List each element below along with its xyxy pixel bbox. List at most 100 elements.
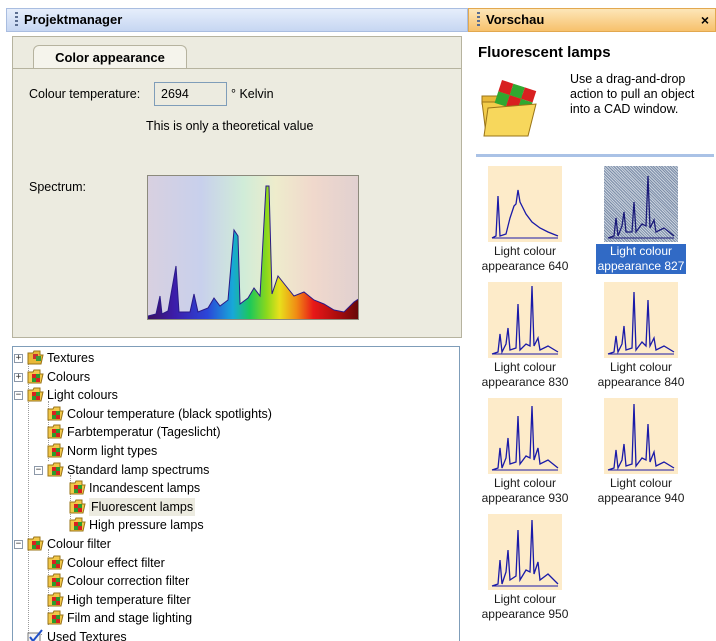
tree-item-label: Light colours [47,388,118,403]
tile-caption: Light colour appearance 827 [595,244,687,274]
tree-item-colour-temperature-black-spotlights[interactable]: Colour temperature (black spotlights) [13,405,459,423]
collapse-icon[interactable]: − [14,540,23,549]
tree-item-norm-light-types[interactable]: Norm light types [13,442,459,460]
tile-caption-line1: Light colour [609,360,673,374]
tree-item-standard-lamp-spectrums[interactable]: − Standard lamp spectrums [13,461,459,479]
spectrum-thumbnail [488,166,562,242]
tree-item-film-and-stage-lighting[interactable]: Film and stage lighting [13,609,459,627]
folder-icon [69,517,86,532]
tree-item-label: Textures [47,351,95,365]
tree-item-fluorescent-lamps[interactable]: Fluorescent lamps [13,497,459,516]
collapse-icon[interactable]: − [34,465,43,475]
tree-item-textures[interactable]: + Textures [13,349,459,367]
folder-icon [47,424,64,439]
tab-divider [13,68,461,69]
preview-tile[interactable]: Light colour appearance 950 [470,514,580,622]
preview-tile[interactable]: Light colour appearance 840 [586,282,696,390]
folder-icon [47,610,64,625]
tile-caption-line2: appearance 830 [481,375,569,389]
spectrum-thumbnail [488,398,562,474]
tree-item-colour-effect-filter[interactable]: Colour effect filter [13,554,459,572]
folder-icon [27,369,44,384]
folder-icon [69,480,86,495]
spectrum-thumbnail [488,514,562,590]
preview-heading: Fluorescent lamps [478,44,611,61]
tree-item-high-temperature-filter[interactable]: High temperature filter [13,591,459,609]
tree-item-label: Film and stage lighting [67,611,193,626]
preview-tile[interactable]: Light colour appearance 830 [470,282,580,390]
folder-icon [47,462,64,477]
tile-caption-line1: Light colour [609,476,673,490]
tree-item-light-colours[interactable]: − Light colours [13,386,459,404]
spectrum-image [147,175,359,320]
tree-item-incandescent-lamps[interactable]: Incandescent lamps [13,479,459,497]
tree-item-colour-correction-filter[interactable]: Colour correction filter [13,572,459,590]
preview-separator [476,154,714,157]
preview-tile[interactable]: Light colour appearance 940 [586,398,696,506]
colour-temperature-field[interactable] [154,82,227,106]
open-folder-icon [478,74,544,140]
preview-tile[interactable]: Light colour appearance 930 [470,398,580,506]
spectrum-thumbnail [488,282,562,358]
tile-caption-line2: appearance 827 [597,259,685,273]
preview-tile[interactable]: Light colour appearance 827 [586,166,696,274]
tree-item-label: Norm light types [67,444,158,458]
tile-caption-line2: appearance 640 [481,259,569,273]
expand-icon[interactable]: + [14,372,23,382]
used-textures-icon [27,629,44,641]
collapse-icon[interactable]: − [14,391,23,401]
tile-caption-line1: Light colour [493,360,557,374]
vorschau-header[interactable]: Vorschau × [468,8,716,32]
tile-caption: Light colour appearance 940 [596,476,687,506]
drag-grip-icon[interactable] [15,12,18,26]
kelvin-unit-label: ° Kelvin [231,87,274,101]
preview-tile[interactable]: Light colour appearance 640 [470,166,580,274]
tree-item-high-pressure-lamps[interactable]: High pressure lamps [13,516,459,534]
spectrum-thumbnail [604,398,678,474]
projektmanager-header[interactable]: Projektmanager [6,8,468,32]
folder-icon [27,387,44,402]
folder-icon [47,592,64,607]
expand-icon[interactable]: + [14,354,23,363]
tile-caption: Light colour appearance 830 [480,360,571,390]
spectrum-label: Spectrum: [29,180,86,194]
tile-caption: Light colour appearance 640 [480,244,571,274]
colour-temperature-label: Colour temperature: [29,87,141,101]
drag-drop-hint: Use a drag-and-drop action to pull an ob… [570,72,695,116]
tree-item-farbtemperatur-tageslicht[interactable]: Farbtemperatur (Tageslicht) [13,423,459,441]
tree-item-label: Colour temperature (black spotlights) [67,406,272,421]
folder-icon [27,536,44,551]
tile-caption-line1: Light colour [493,244,557,258]
tree-item-used-textures[interactable]: Used Textures [13,628,459,641]
tree-item-colours[interactable]: + Colours [13,368,459,386]
tile-caption-line2: appearance 930 [481,491,569,505]
tile-caption-line1: Light colour [493,476,557,490]
tile-caption-line2: appearance 940 [597,491,685,505]
vorschau-title: Vorschau [486,12,545,27]
tree-item-label: Used Textures [47,630,127,641]
projektmanager-panel: Projektmanager Color appearance Colour t… [0,0,468,641]
projektmanager-title: Projektmanager [24,12,123,27]
tree-item-label: Incandescent lamps [89,481,201,496]
tree-item-label: Standard lamp spectrums [67,462,210,477]
tab-color-appearance[interactable]: Color appearance [33,45,187,69]
tree-item-colour-filter[interactable]: − Colour filter [13,535,459,553]
folder-icon [47,443,64,458]
tree-item-label: Colour filter [47,537,111,551]
tree-item-label: Farbtemperatur (Tageslicht) [67,425,221,440]
close-icon[interactable]: × [701,9,709,31]
drag-grip-icon[interactable] [477,12,480,26]
color-appearance-pane: Color appearance Colour temperature: ° K… [12,36,462,338]
tree-item-label: Fluorescent lamps [89,497,196,516]
folder-icon [47,406,64,421]
tile-caption: Light colour appearance 950 [480,592,571,622]
tile-caption: Light colour appearance 930 [480,476,571,506]
tree-item-label: High temperature filter [67,592,191,607]
theoretical-value-note: This is only a theoretical value [146,119,314,133]
folder-icon [47,555,64,570]
textures-folder-icon [27,350,44,365]
spectrum-thumbnail [604,166,678,242]
library-tree[interactable]: + Textures + Colours − Light colours Colour te… [12,346,460,641]
tile-caption-line1: Light colour [609,244,673,258]
tree-item-label: Colours [47,369,91,384]
